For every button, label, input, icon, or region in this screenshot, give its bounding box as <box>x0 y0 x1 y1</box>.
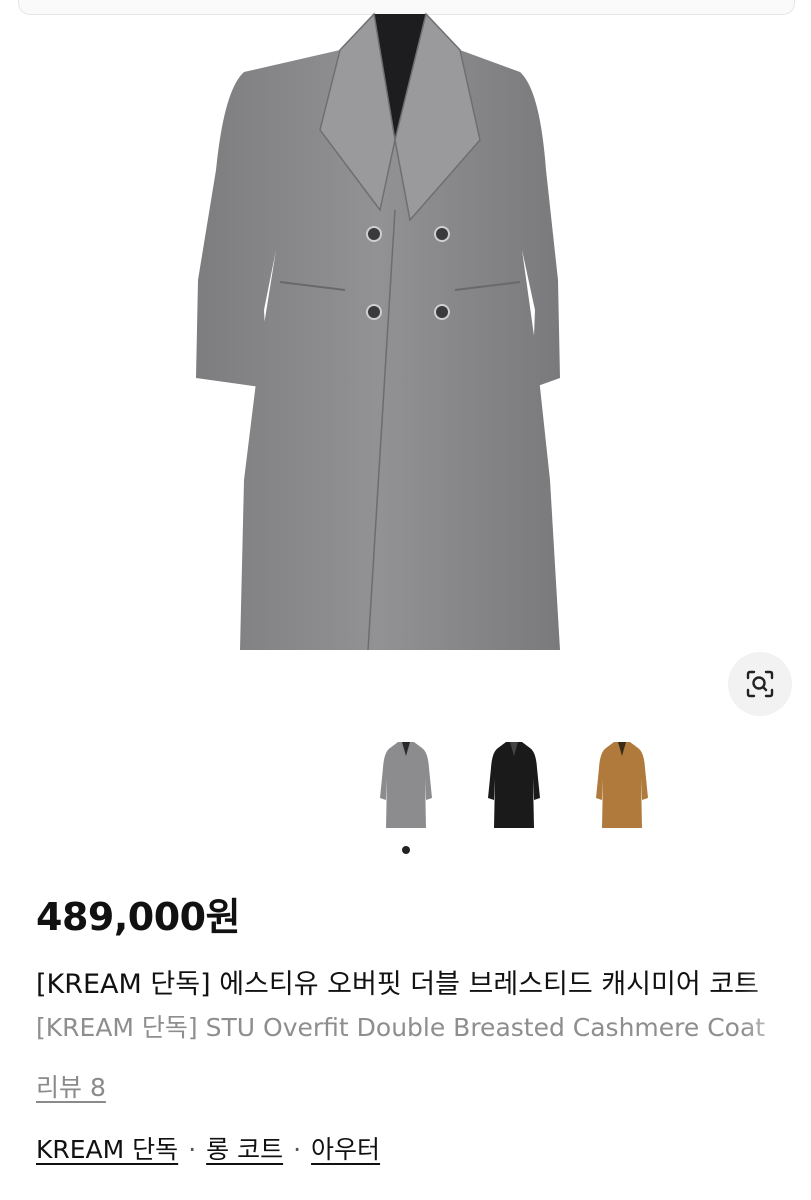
title-fade <box>741 1008 811 1044</box>
review-count-link[interactable]: 리뷰 8 <box>36 1068 106 1104</box>
product-price: 489,000원 <box>36 895 241 939</box>
product-title-korean: [KREAM 단독] 에스티유 오버핏 더블 브레스티드 캐시미어 코트 <box>36 962 811 1001</box>
main-product-image <box>196 12 560 651</box>
grey-coat-thumbnail <box>380 742 432 828</box>
breadcrumb: KREAM 단독 · 롱 코트 · 아우터 <box>36 1130 380 1166</box>
variant-thumb-black[interactable] <box>478 738 550 838</box>
breadcrumb-item-kream-exclusive[interactable]: KREAM 단독 <box>36 1135 178 1164</box>
breadcrumb-item-long-coat[interactable]: 롱 코트 <box>206 1135 283 1164</box>
product-title-english-text: [KREAM 단독] STU Overfit Double Breasted C… <box>36 1013 766 1042</box>
pagination-dot-active[interactable] <box>402 846 410 854</box>
breadcrumb-item-outer[interactable]: 아우터 <box>311 1135 380 1164</box>
camel-coat-thumbnail <box>596 742 648 828</box>
variant-thumb-camel[interactable] <box>586 738 658 838</box>
visual-search-button[interactable] <box>728 652 792 716</box>
product-title-korean-text: [KREAM 단독] 에스티유 오버핏 더블 브레스티드 캐시미어 코트 <box>36 969 759 1000</box>
variant-thumb-grey[interactable] <box>370 738 442 838</box>
color-variant-thumbnails <box>370 738 660 838</box>
product-image-gallery[interactable] <box>0 0 811 720</box>
breadcrumb-separator: · <box>293 1135 302 1164</box>
product-title-english: [KREAM 단독] STU Overfit Double Breasted C… <box>36 1008 811 1044</box>
breadcrumb-separator: · <box>188 1135 197 1164</box>
title-fade <box>741 962 811 1001</box>
gallery-pagination <box>0 846 811 856</box>
image-search-icon <box>746 670 774 698</box>
black-coat-thumbnail <box>488 742 540 828</box>
